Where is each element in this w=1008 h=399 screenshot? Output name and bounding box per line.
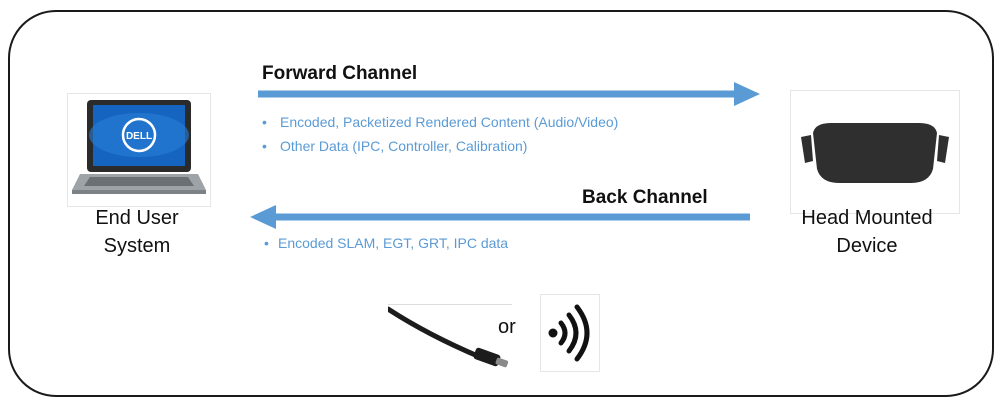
forward-bullet-item: • Encoded, Packetized Rendered Content (A… bbox=[262, 114, 619, 130]
usb-cable-image bbox=[385, 304, 512, 373]
forward-channel-title: Forward Channel bbox=[262, 63, 418, 84]
wireless-signal-icon bbox=[548, 304, 590, 362]
forward-bullet-item: • Other Data (IPC, Controller, Calibratio… bbox=[262, 138, 528, 154]
back-channel-title: Back Channel bbox=[582, 187, 708, 208]
end-user-system-label: End User System bbox=[62, 204, 212, 260]
laptop-icon: DELL bbox=[72, 100, 206, 194]
dell-logo-text: DELL bbox=[126, 131, 152, 142]
hmd-image bbox=[790, 90, 960, 214]
forward-bullet-list: • Encoded, Packetized Rendered Content (A… bbox=[262, 113, 618, 161]
forward-arrow bbox=[258, 82, 760, 106]
back-bullet-list: • Encoded SLAM, EGT, GRT, IPC data bbox=[264, 234, 508, 258]
usb-c-cable-icon bbox=[385, 306, 509, 368]
head-mounted-device-label: Head Mounted Device bbox=[788, 204, 946, 260]
hmd-line1: Head Mounted bbox=[801, 207, 933, 229]
vr-headset-icon bbox=[801, 123, 949, 183]
wireless-image bbox=[540, 294, 600, 372]
end-user-line1: End User bbox=[95, 207, 179, 229]
laptop-image: DELL bbox=[67, 93, 211, 207]
end-user-line2: System bbox=[103, 235, 171, 257]
hmd-line2: Device bbox=[836, 235, 898, 257]
back-bullet-item: • Encoded SLAM, EGT, GRT, IPC data bbox=[264, 235, 509, 251]
or-text: or bbox=[498, 316, 516, 338]
